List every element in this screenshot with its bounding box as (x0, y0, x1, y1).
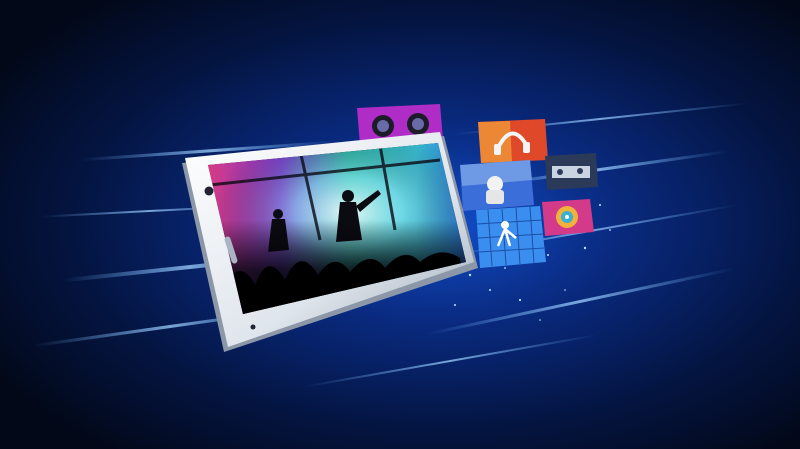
tile-dj-console (545, 153, 598, 190)
tile-dancer (476, 206, 546, 268)
scene-svg (0, 0, 800, 449)
tile-astronaut (460, 160, 534, 211)
hero-image (0, 0, 800, 449)
tile-kaleidoscope (542, 199, 594, 236)
tile-headphones (478, 119, 548, 163)
front-camera-icon (204, 186, 214, 196)
front-sensor-icon (250, 324, 256, 330)
